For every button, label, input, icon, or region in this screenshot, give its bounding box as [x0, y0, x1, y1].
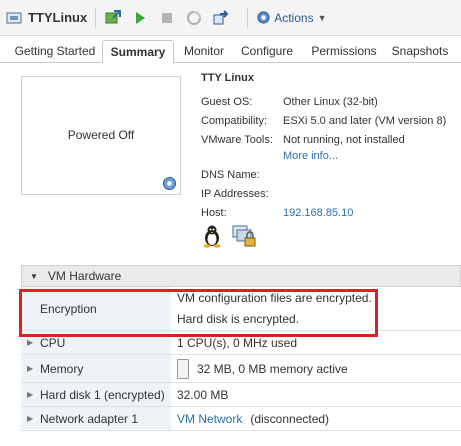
ip-label: IP Addresses: [201, 188, 269, 200]
network-adapter-label: Network adapter 1 [40, 411, 139, 426]
more-info-link[interactable]: More info... [283, 150, 338, 162]
power-off-button[interactable] [158, 9, 176, 27]
hard-disk-label: Hard disk 1 (encrypted) [40, 387, 165, 402]
suspend-icon [187, 10, 202, 25]
memory-label: Memory [40, 361, 84, 376]
vm-title: TTYLinux [6, 10, 87, 25]
encryption-label: Encryption [21, 287, 171, 330]
vm-network-link[interactable]: VM Network [177, 412, 242, 426]
hard-disk-row[interactable]: ▶ Hard disk 1 (encrypted) 32.00 MB [21, 383, 461, 407]
os-icons [201, 224, 263, 248]
suspend-button[interactable] [185, 9, 203, 27]
vm-name: TTYLinux [28, 10, 88, 25]
vmware-tools-value: Not running, not installed [283, 134, 405, 146]
actions-gear-icon [257, 11, 270, 24]
host-label: Host: [201, 207, 227, 219]
host-link[interactable]: 192.168.85.10 [283, 207, 353, 219]
vm-hardware-header[interactable]: ▼ VM Hardware [21, 265, 461, 287]
cpu-row[interactable]: ▶ CPU 1 CPU(s), 0 MHz used [21, 331, 461, 355]
hard-disk-value: 32.00 MB [177, 387, 229, 402]
cpu-value: 1 CPU(s), 0 MHz used [177, 335, 298, 350]
memory-usage-indicator [177, 358, 189, 379]
expand-arrow-icon[interactable]: ▶ [27, 338, 40, 347]
console-button[interactable] [104, 9, 122, 27]
cpu-label: CPU [40, 335, 66, 350]
encryption-line-2: Hard disk is encrypted. [177, 311, 300, 326]
expand-arrow-icon[interactable]: ▶ [27, 364, 40, 373]
actions-menu[interactable]: Actions ▼ [256, 10, 327, 25]
toolbar-separator [95, 7, 97, 28]
memory-row[interactable]: ▶ Memory 32 MB, 0 MB memory active [21, 355, 461, 383]
power-on-button[interactable] [131, 9, 149, 27]
network-adapter-row[interactable]: ▶ Network adapter 1 VM Network (disconnec… [21, 407, 461, 431]
vmware-tools-label: VMware Tools: [201, 134, 273, 146]
tab-snapshots[interactable]: Snapshots [388, 40, 452, 63]
guest-os-value: Other Linux (32-bit) [283, 96, 378, 108]
toolbar: TTYLinux Actions ▼ [0, 0, 461, 36]
settings-gear-icon[interactable] [162, 176, 177, 191]
toolbar-separator-2 [247, 7, 249, 28]
chevron-down-icon: ▼ [317, 12, 327, 23]
compatibility-label: Compatibility: [201, 115, 268, 127]
vm-icon [6, 12, 22, 23]
power-off-icon [162, 12, 173, 23]
vm-display-name: TTY Linux [201, 72, 254, 84]
actions-label: Actions [274, 10, 314, 25]
encryption-row: Encryption VM configuration files are en… [21, 287, 461, 331]
guest-os-label: Guest OS: [201, 96, 253, 108]
vm-hardware-panel: ▼ VM Hardware Encryption VM configuratio… [21, 265, 461, 431]
console-icon [105, 9, 122, 23]
encryption-line-1: VM configuration files are encrypted. [177, 290, 372, 305]
tab-bar: Getting Started Summary Monitor Configur… [0, 36, 461, 64]
network-status: (disconnected) [250, 411, 330, 426]
expand-arrow-icon[interactable]: ▶ [27, 390, 40, 399]
memory-value: 32 MB, 0 MB memory active [197, 361, 348, 376]
tab-summary[interactable]: Summary [102, 40, 174, 64]
vm-hardware-title: VM Hardware [47, 269, 122, 283]
dns-label: DNS Name: [201, 169, 260, 181]
tab-configure[interactable]: Configure [236, 40, 298, 63]
collapse-triangle-icon: ▼ [30, 271, 38, 281]
encryption-value: VM configuration files are encrypted. Ha… [171, 288, 372, 330]
tab-getting-started[interactable]: Getting Started [10, 40, 100, 63]
migrate-button[interactable] [212, 9, 230, 27]
migrate-icon [213, 9, 229, 24]
power-state: Powered Off [67, 128, 135, 142]
tab-permissions[interactable]: Permissions [304, 40, 384, 63]
power-on-icon [136, 11, 146, 24]
vm-console-thumbnail[interactable]: Powered Off [21, 76, 181, 195]
expand-arrow-icon[interactable]: ▶ [27, 414, 40, 423]
vm-lock-icon [232, 224, 256, 248]
linux-penguin-icon [201, 224, 223, 248]
compatibility-value: ESXi 5.0 and later (VM version 8) [283, 115, 447, 127]
tab-monitor[interactable]: Monitor [178, 40, 230, 63]
